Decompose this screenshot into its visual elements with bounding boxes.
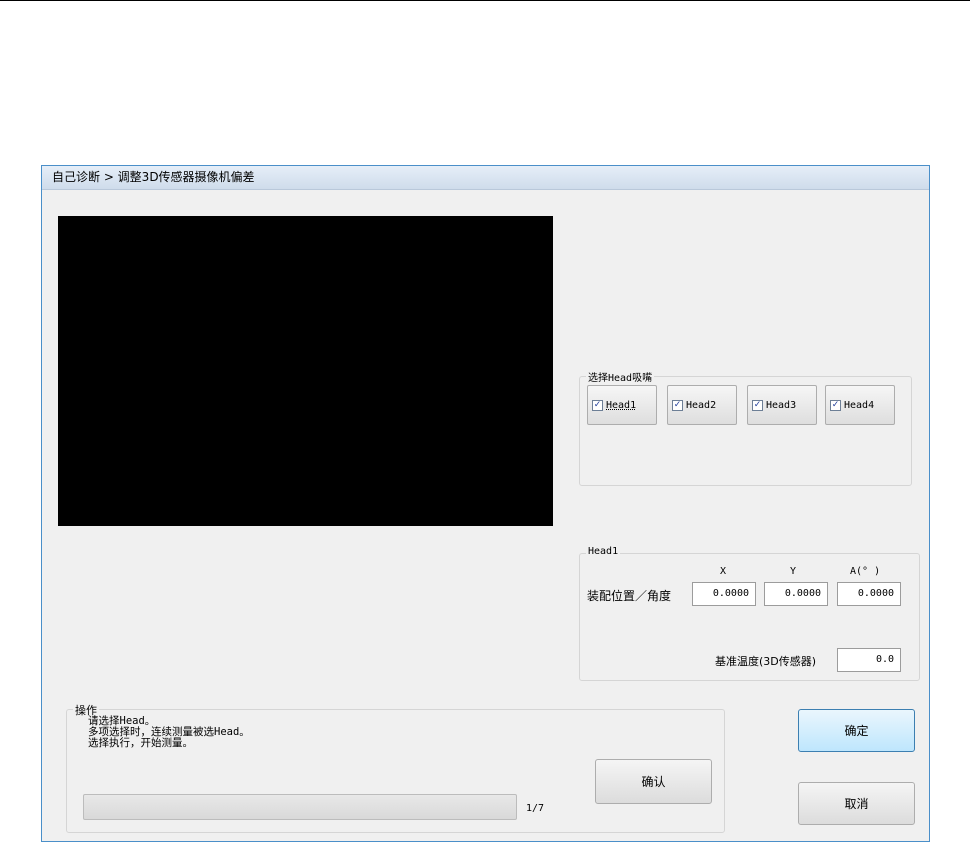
offset-a-field[interactable]: 0.0000 [837, 582, 901, 606]
confirm-button[interactable]: 确认 [595, 759, 712, 804]
column-x-label: X [720, 566, 727, 577]
camera-view [58, 216, 553, 526]
head2-checkbox[interactable]: ✓ [672, 399, 683, 411]
operation-instructions: 请选择Head。 多项选择时，连续测量被选Head。 选择执行，开始测量。 [88, 716, 250, 749]
head1-label: Head1 [606, 399, 637, 411]
calibration-dialog: 自己诊断 > 调整3D传感器摄像机偏差 选择Head吸嘴 ✓ Head1 ✓ H… [41, 165, 930, 842]
progress-counter: 1/7 [526, 803, 545, 814]
head2-toggle[interactable]: ✓ Head2 [667, 385, 737, 425]
position-angle-label: 装配位置／角度 [587, 589, 672, 603]
breadcrumb: 自己诊断 > 调整3D传感器摄像机偏差 [42, 166, 929, 190]
head3-checkbox[interactable]: ✓ [752, 399, 763, 411]
head4-checkbox[interactable]: ✓ [830, 399, 841, 411]
head3-label: Head3 [766, 399, 797, 411]
head-select-group-label: 选择Head吸嘴 [586, 369, 655, 384]
reference-temp-field[interactable]: 0.0 [837, 648, 901, 672]
progress-bar [83, 794, 517, 820]
column-y-label: Y [790, 566, 797, 577]
offset-x-field[interactable]: 0.0000 [692, 582, 756, 606]
head1-toggle[interactable]: ✓ Head1 [587, 385, 657, 425]
column-a-label: A(° ) [850, 566, 881, 577]
cancel-button[interactable]: 取消 [798, 782, 915, 825]
head4-label: Head4 [844, 399, 875, 411]
head1-checkbox[interactable]: ✓ [592, 399, 603, 411]
offset-y-field[interactable]: 0.0000 [764, 582, 828, 606]
head3-toggle[interactable]: ✓ Head3 [747, 385, 817, 425]
head-offset-group-label: Head1 [586, 546, 621, 557]
ok-button[interactable]: 确定 [798, 709, 915, 752]
head2-label: Head2 [686, 399, 717, 411]
reference-temp-label: 基准温度(3D传感器) [715, 655, 817, 668]
instruction-line: 选择执行，开始测量。 [88, 737, 193, 749]
head4-toggle[interactable]: ✓ Head4 [825, 385, 895, 425]
top-divider-line [0, 0, 970, 1]
